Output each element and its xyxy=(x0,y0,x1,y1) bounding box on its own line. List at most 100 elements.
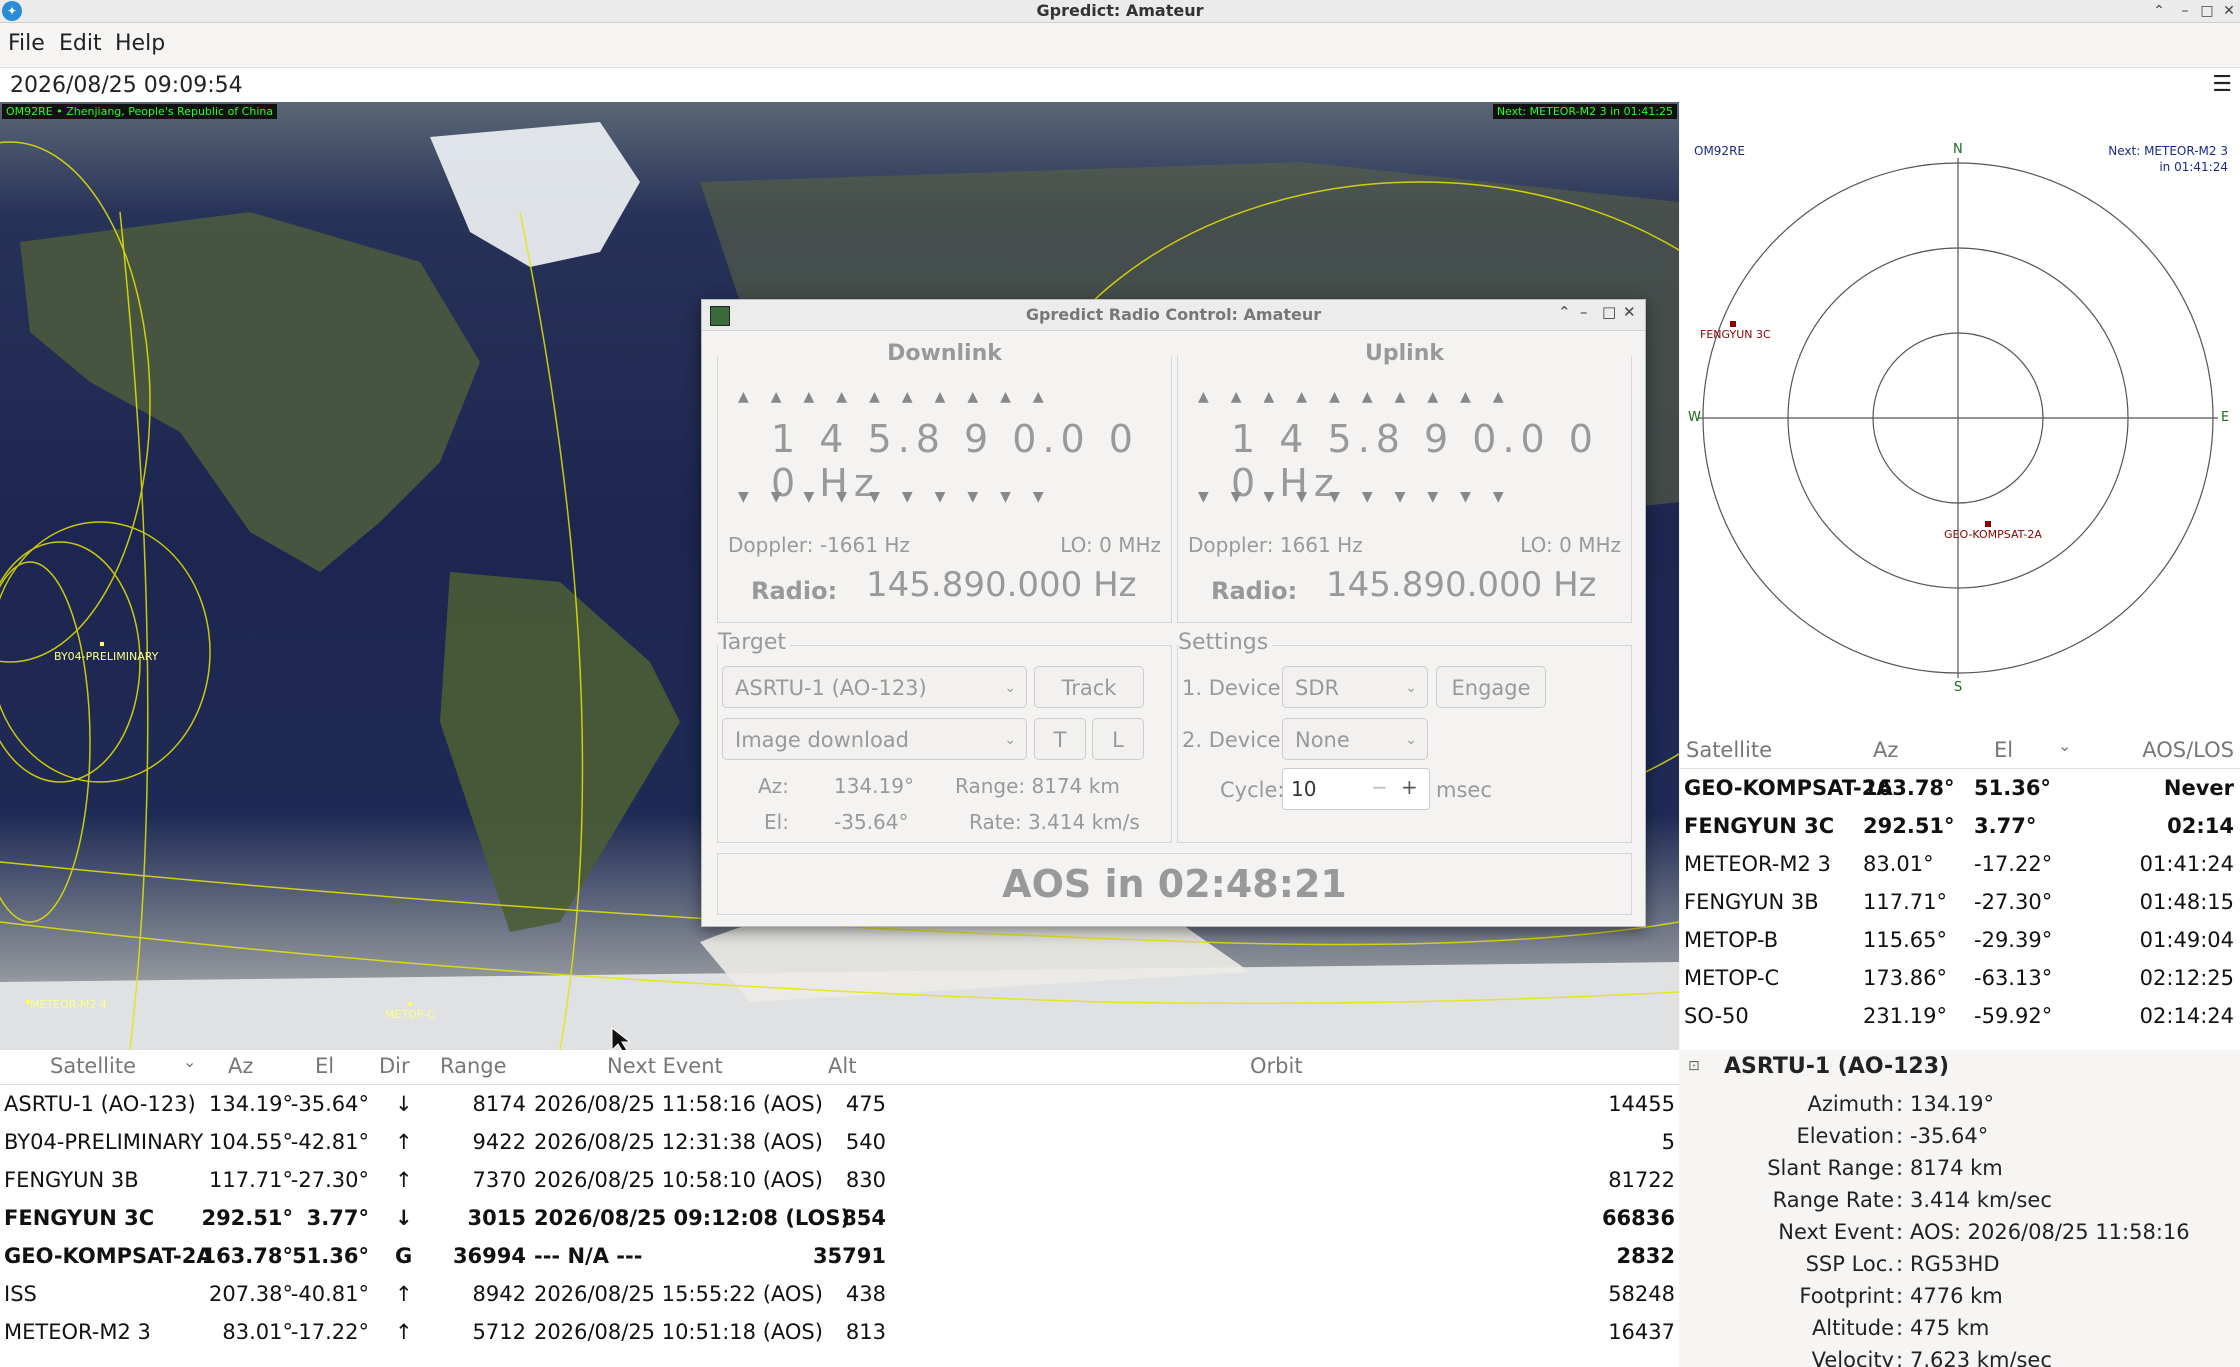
dialog-close-button[interactable]: ✕ xyxy=(1623,303,1636,321)
col-satellite[interactable]: Satellite xyxy=(50,1054,136,1078)
polar-south-label: S xyxy=(1954,680,1963,695)
table-row[interactable]: ASRTU-1 (AO-123) 134.19° -35.64° ↓ 8174 2026/… xyxy=(0,1086,1679,1124)
uplink-up-arrows[interactable]: ▲▲▲▲▲▲▲▲▲▲ xyxy=(1198,389,1526,405)
col-next-event[interactable]: Next Event xyxy=(607,1054,723,1078)
el-cell: -27.30° xyxy=(290,1168,369,1192)
upcoming-passes-table[interactable]: Satellite Az El ⌄ AOS/LOS GEO-KOMPSAT-2A… xyxy=(1680,734,2240,1050)
detail-label: Velocity xyxy=(1811,1348,1894,1367)
dialog-app-icon xyxy=(710,306,730,326)
dialog-minimize-button[interactable]: – xyxy=(1580,303,1588,321)
aos-los-cell: 02:12:25 xyxy=(2139,966,2234,990)
az-cell: 231.19° xyxy=(1863,1004,1947,1028)
next-event-cell: 2026/08/25 09:12:08 (LOS) xyxy=(534,1206,851,1230)
detail-separator: : xyxy=(1896,1284,1904,1308)
aos-frame: AOS in 02:48:21 xyxy=(717,853,1632,915)
table-row[interactable]: BY04-PRELIMINARY 104.55° -42.81° ↑ 9422 2026/… xyxy=(0,1124,1679,1162)
minimize-window-button[interactable]: ⌃ xyxy=(2148,0,2170,22)
target-el-value: -35.64° xyxy=(834,810,909,834)
range-cell: 8174 xyxy=(472,1092,526,1116)
polar-canvas xyxy=(1698,158,2218,678)
track-button[interactable]: Track xyxy=(1034,666,1144,708)
col-alt[interactable]: Alt xyxy=(828,1054,856,1078)
maximize-window-button[interactable]: □ xyxy=(2196,0,2218,22)
module-menu-icon[interactable]: ☰ xyxy=(2212,72,2232,97)
cycle-value[interactable]: 10 xyxy=(1291,777,1316,801)
cycle-increment-button[interactable]: + xyxy=(1401,775,1418,799)
col-el[interactable]: El xyxy=(1994,738,2013,762)
alt-cell: 35791 xyxy=(812,1244,886,1268)
table-row[interactable]: METOP-B 115.65° -29.39° 01:49:04 xyxy=(1680,922,2240,960)
detail-value: RG53HD xyxy=(1910,1252,2000,1276)
cycle-spinbox[interactable]: 10 − + xyxy=(1282,768,1430,810)
uplink-title: Uplink xyxy=(1178,341,1631,366)
table-row[interactable]: FENGYUN 3C 292.51° 3.77° ↓ 3015 2026/08/25 09… xyxy=(0,1200,1679,1238)
dialog-shade-button[interactable]: ⌃ xyxy=(1558,303,1571,321)
table-header: Satellite ⌄ Az El Dir Range Next Event A… xyxy=(0,1050,1679,1085)
chevron-down-icon[interactable]: ⌄ xyxy=(2058,736,2071,755)
col-satellite[interactable]: Satellite xyxy=(1686,738,1772,762)
target-range: Range: 8174 km xyxy=(955,774,1120,798)
l-button[interactable]: L xyxy=(1092,718,1144,760)
cycle-decrement-button[interactable]: − xyxy=(1371,775,1388,799)
chevron-down-icon[interactable]: ⌄ xyxy=(183,1052,196,1071)
target-satellite-select[interactable]: ASRTU-1 (AO-123) ⌄ xyxy=(722,666,1027,708)
col-az[interactable]: Az xyxy=(228,1054,253,1078)
map-sat-label: METEOR-M2 4 xyxy=(30,998,107,1011)
table-row[interactable]: GEO-KOMPSAT-2A 163.78° 51.36° Never xyxy=(1680,770,2240,808)
el-cell: 3.77° xyxy=(306,1206,369,1230)
uplink-down-arrows[interactable]: ▼▼▼▼▼▼▼▼▼▼ xyxy=(1198,489,1526,505)
menu-edit[interactable]: Edit xyxy=(59,31,102,56)
table-row[interactable]: SO-50 231.19° -59.92° 02:14:24 xyxy=(1680,998,2240,1036)
table-row[interactable]: ISS 207.38° -40.81° ↑ 8942 2026/08/25 15:55:2… xyxy=(0,1276,1679,1314)
orbit-cell: 66836 xyxy=(1601,1206,1675,1230)
engage-button[interactable]: Engage xyxy=(1436,666,1546,708)
downlink-down-arrows[interactable]: ▼▼▼▼▼▼▼▼▼▼ xyxy=(738,489,1066,505)
detail-separator: : xyxy=(1896,1252,1904,1276)
satellite-list-table[interactable]: Satellite ⌄ Az El Dir Range Next Event A… xyxy=(0,1050,1679,1367)
menu-file[interactable]: File xyxy=(8,31,45,56)
menu-help[interactable]: Help xyxy=(115,31,165,56)
device2-select[interactable]: None ⌄ xyxy=(1282,718,1428,760)
polar-east-label: E xyxy=(2221,410,2230,425)
col-el[interactable]: El xyxy=(315,1054,334,1078)
table-row[interactable]: FENGYUN 3B 117.71° -27.30° 01:48:15 xyxy=(1680,884,2240,922)
table-row[interactable]: FENGYUN 3C 292.51° 3.77° 02:14 xyxy=(1680,808,2240,846)
radio-control-dialog[interactable]: Gpredict Radio Control: Amateur ⌃ – □ ✕ … xyxy=(701,299,1646,927)
close-window-button[interactable]: ✕ xyxy=(2218,0,2240,22)
table-row[interactable]: FENGYUN 3B 117.71° -27.30° ↑ 7370 2026/08/25 … xyxy=(0,1162,1679,1200)
map-sat-label: METOP-C xyxy=(385,1008,435,1021)
orbit-cell: 58248 xyxy=(1608,1282,1675,1306)
dialog-maximize-button[interactable]: □ xyxy=(1602,303,1616,321)
cycle-label: Cycle: xyxy=(1220,778,1285,802)
el-cell: -59.92° xyxy=(1974,1004,2053,1028)
polar-sat-label: FENGYUN 3C xyxy=(1700,328,1771,341)
col-dir[interactable]: Dir xyxy=(379,1054,410,1078)
col-orbit[interactable]: Orbit xyxy=(1250,1054,1303,1078)
collapse-icon[interactable]: ⊡ xyxy=(1688,1058,1700,1074)
uplink-frame: Uplink ▲▲▲▲▲▲▲▲▲▲ 1 4 5.8 9 0.0 0 0 Hz ▼… xyxy=(1177,341,1632,623)
minimize-icon[interactable]: – xyxy=(2174,0,2196,22)
device1-select[interactable]: SDR ⌄ xyxy=(1282,666,1428,708)
aos-los-cell: Never xyxy=(2163,776,2234,800)
dialog-title: Gpredict Radio Control: Amateur xyxy=(1025,305,1322,324)
detail-label: Next Event xyxy=(1778,1220,1894,1244)
polar-view[interactable]: OM92RE Next: METEOR-M2 3 in 01:41:24 N S… xyxy=(1680,102,2240,734)
downlink-frame: Downlink ▲▲▲▲▲▲▲▲▲▲ 1 4 5.8 9 0.0 0 0 Hz… xyxy=(717,341,1172,623)
table-row[interactable]: GEO-KOMPSAT-2A 163.78° 51.36° G 36994 --- N/A… xyxy=(0,1238,1679,1276)
transponder-select[interactable]: Image download ⌄ xyxy=(722,718,1027,760)
sat-name-cell: ASRTU-1 (AO-123) xyxy=(4,1092,196,1116)
t-button[interactable]: T xyxy=(1034,718,1086,760)
table-row[interactable]: METEOR-M2 3 83.01° -17.22° ↑ 5712 2026/08/25 … xyxy=(0,1314,1679,1352)
range-cell: 36994 xyxy=(452,1244,526,1268)
col-aos-los[interactable]: AOS/LOS xyxy=(2142,738,2234,762)
aos-los-cell: 01:49:04 xyxy=(2139,928,2234,952)
table-row[interactable]: METOP-C 173.86° -63.13° 02:12:25 xyxy=(1680,960,2240,998)
col-az[interactable]: Az xyxy=(1873,738,1898,762)
detail-value: AOS: 2026/08/25 11:58:16 xyxy=(1910,1220,2190,1244)
downlink-up-arrows[interactable]: ▲▲▲▲▲▲▲▲▲▲ xyxy=(738,389,1066,405)
az-cell: 292.51° xyxy=(201,1206,293,1230)
polar-sat-marker-geo-kompsat-2a xyxy=(1985,521,1991,527)
table-row[interactable]: METEOR-M2 3 83.01° -17.22° 01:41:24 xyxy=(1680,846,2240,884)
col-range[interactable]: Range xyxy=(440,1054,507,1078)
range-cell: 5712 xyxy=(472,1320,526,1344)
